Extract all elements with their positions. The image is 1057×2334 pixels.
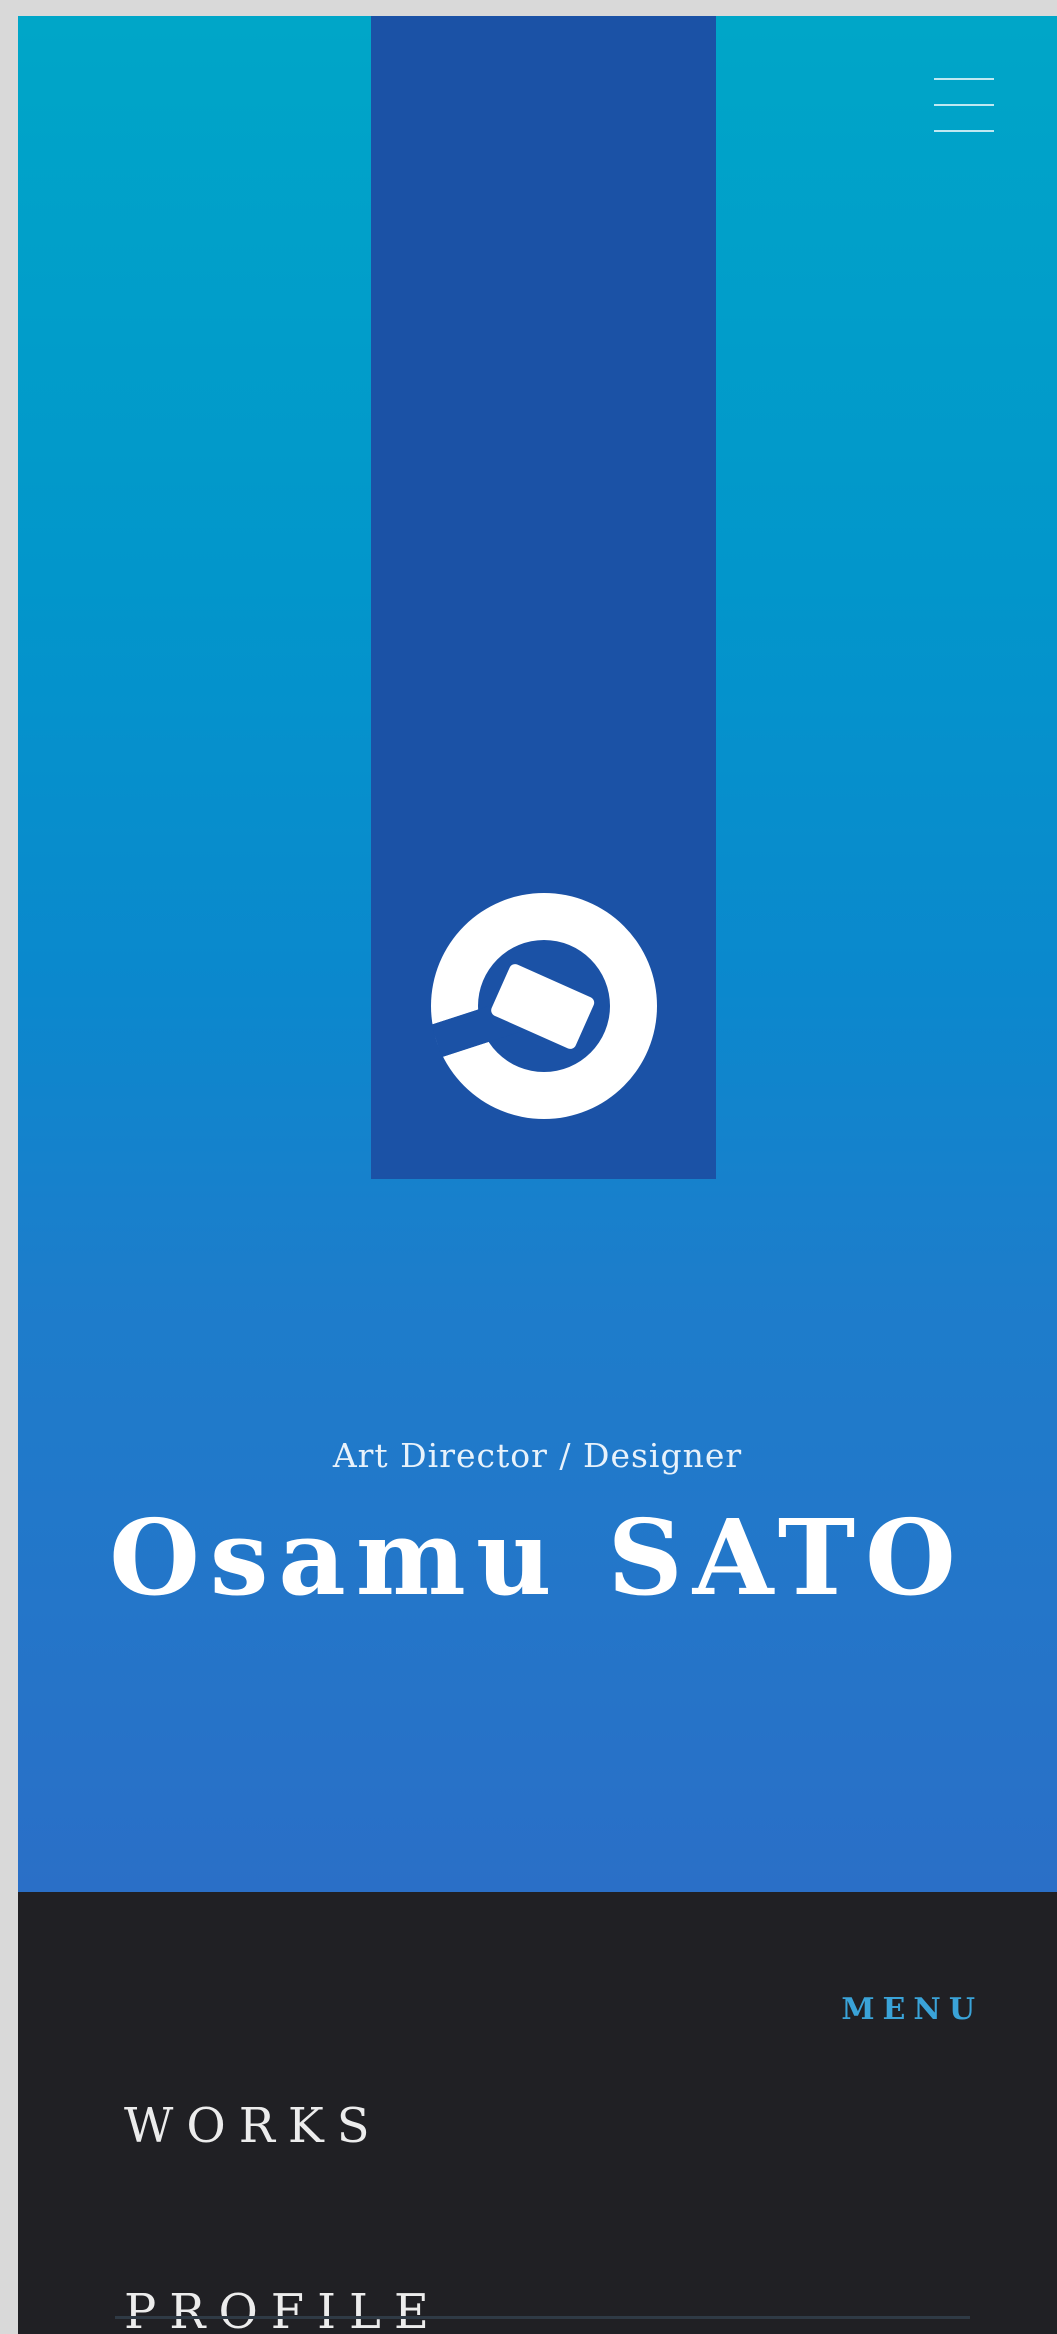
- menu-item-works[interactable]: WORKS: [124, 2098, 383, 2154]
- menu-panel: MENU WORKS PROFILE: [18, 1892, 1057, 2334]
- hamburger-line: [934, 130, 994, 132]
- logo-mark-icon[interactable]: [431, 893, 657, 1119]
- menu-divider: [115, 2316, 970, 2319]
- person-name: Osamu SATO: [109, 1496, 966, 1619]
- page: Art Director / Designer Osamu SATO MENU …: [18, 16, 1057, 2334]
- menu-heading: MENU: [841, 1992, 983, 2027]
- hamburger-line: [934, 78, 994, 80]
- menu-item-profile[interactable]: PROFILE: [124, 2284, 442, 2334]
- hamburger-line: [934, 104, 994, 106]
- role-subtitle: Art Director / Designer: [332, 1436, 743, 1475]
- hero-section: Art Director / Designer Osamu SATO: [18, 16, 1057, 1892]
- hamburger-icon[interactable]: [934, 76, 994, 134]
